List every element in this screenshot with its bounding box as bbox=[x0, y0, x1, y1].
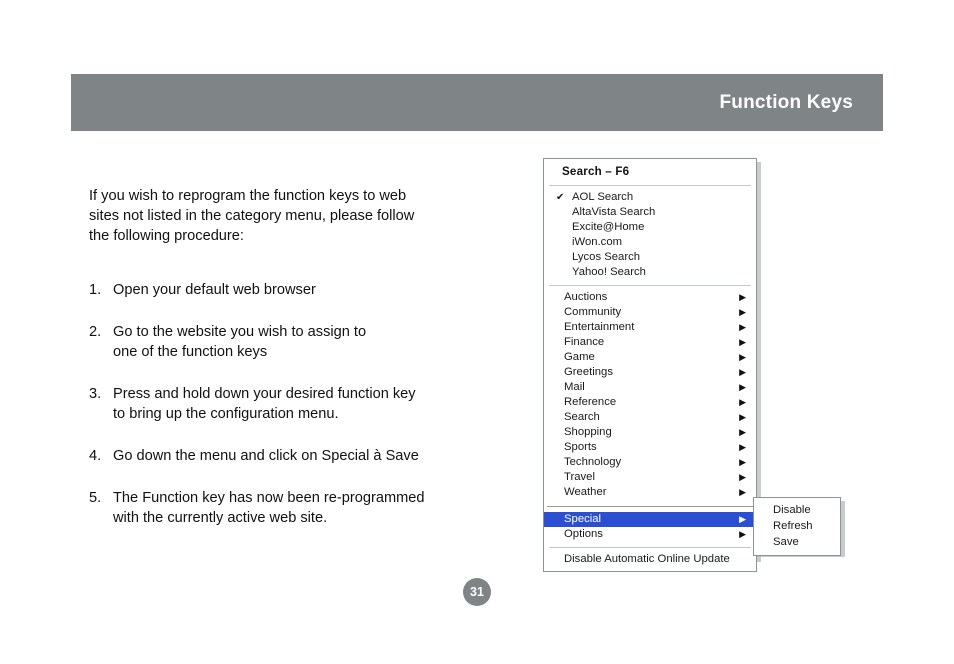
menu-item-altavista-search[interactable]: AltaVista Search bbox=[544, 205, 756, 220]
submenu-item-save[interactable]: Save bbox=[754, 534, 840, 550]
step-number: 5. bbox=[89, 490, 102, 506]
menu-separator bbox=[549, 285, 751, 286]
context-menu: Search – F6 AOL Search AltaVista Search … bbox=[543, 158, 757, 572]
step-number: 2. bbox=[89, 324, 102, 340]
menu-item-label: Auctions bbox=[564, 291, 608, 303]
step-text: Go down the menu and click on Special à … bbox=[113, 448, 419, 464]
submenu-arrow-icon: ▶ bbox=[739, 442, 746, 452]
menu-item-label: Community bbox=[564, 306, 622, 318]
step-item: 4. Go down the menu and click on Special… bbox=[89, 446, 484, 466]
menu-item-disable-automatic-online-update[interactable]: Disable Automatic Online Update bbox=[544, 552, 756, 567]
menu-item-label: Reference bbox=[564, 396, 617, 408]
menu-item-mail[interactable]: Mail ▶ bbox=[544, 380, 756, 395]
menu-separator bbox=[549, 185, 751, 186]
submenu-arrow-icon: ▶ bbox=[739, 529, 746, 539]
menu-separator bbox=[547, 506, 753, 507]
step-item: 5. The Function key has now been re-prog… bbox=[89, 488, 484, 528]
context-menu-title: Search – F6 bbox=[562, 165, 630, 178]
step-text: The Function key has now been re-program… bbox=[113, 490, 425, 526]
step-item: 1. Open your default web browser bbox=[89, 280, 484, 300]
menu-item-iwon-com[interactable]: iWon.com bbox=[544, 235, 756, 250]
step-number: 4. bbox=[89, 448, 102, 464]
footer-group: Disable Automatic Online Update bbox=[544, 549, 756, 571]
menu-item-reference[interactable]: Reference ▶ bbox=[544, 395, 756, 410]
submenu-arrow-icon: ▶ bbox=[739, 337, 746, 347]
submenu-arrow-icon: ▶ bbox=[739, 352, 746, 362]
menu-item-finance[interactable]: Finance ▶ bbox=[544, 335, 756, 350]
menu-item-label: Weather bbox=[564, 486, 607, 498]
page-title: Function Keys bbox=[719, 91, 853, 113]
menu-item-options[interactable]: Options ▶ bbox=[544, 527, 756, 542]
submenu-arrow-icon: ▶ bbox=[739, 322, 746, 332]
submenu-arrow-icon: ▶ bbox=[739, 487, 746, 497]
submenu-item-refresh[interactable]: Refresh bbox=[754, 518, 840, 534]
menu-item-label: Lycos Search bbox=[572, 251, 641, 263]
menu-item-label: Yahoo! Search bbox=[572, 266, 646, 278]
menu-item-label: Travel bbox=[564, 471, 595, 483]
menu-item-label: Excite@Home bbox=[572, 221, 645, 233]
step-number: 3. bbox=[89, 386, 102, 402]
step-number: 1. bbox=[89, 282, 102, 298]
menu-item-label: Shopping bbox=[564, 426, 612, 438]
step-item: 3. Press and hold down your desired func… bbox=[89, 384, 484, 424]
menu-item-weather[interactable]: Weather ▶ bbox=[544, 485, 756, 500]
submenu-arrow-icon: ▶ bbox=[739, 427, 746, 437]
submenu-arrow-icon: ▶ bbox=[739, 457, 746, 467]
menu-item-shopping[interactable]: Shopping ▶ bbox=[544, 425, 756, 440]
menu-separator bbox=[549, 547, 751, 548]
step-text: Go to the website you wish to assign to … bbox=[113, 324, 367, 360]
menu-item-technology[interactable]: Technology ▶ bbox=[544, 455, 756, 470]
step-item: 2. Go to the website you wish to assign … bbox=[89, 322, 484, 362]
submenu-arrow-icon: ▶ bbox=[739, 307, 746, 317]
menu-item-label: Options bbox=[564, 528, 603, 540]
menu-item-excite-home[interactable]: Excite@Home bbox=[544, 220, 756, 235]
menu-item-special[interactable]: Special ▶ bbox=[544, 512, 756, 527]
submenu-item-disable[interactable]: Disable bbox=[754, 502, 840, 518]
special-submenu: Disable Refresh Save bbox=[753, 497, 841, 556]
menu-item-label: Technology bbox=[564, 456, 622, 468]
menu-item-label: Entertainment bbox=[564, 321, 635, 333]
submenu-arrow-icon: ▶ bbox=[739, 514, 746, 524]
intro-paragraph: If you wish to reprogram the function ke… bbox=[89, 188, 415, 244]
menu-item-label: iWon.com bbox=[572, 236, 623, 248]
special-options-group: Special ▶ Options ▶ bbox=[544, 509, 756, 546]
menu-item-label: Search bbox=[564, 411, 600, 423]
search-engine-group: AOL Search AltaVista Search Excite@Home … bbox=[544, 187, 756, 284]
menu-item-lycos-search[interactable]: Lycos Search bbox=[544, 250, 756, 265]
menu-item-community[interactable]: Community ▶ bbox=[544, 305, 756, 320]
menu-item-label: Disable Automatic Online Update bbox=[564, 553, 730, 565]
menu-item-game[interactable]: Game ▶ bbox=[544, 350, 756, 365]
menu-item-label: Sports bbox=[564, 441, 597, 453]
menu-item-travel[interactable]: Travel ▶ bbox=[544, 470, 756, 485]
menu-item-auctions[interactable]: Auctions ▶ bbox=[544, 290, 756, 305]
submenu-arrow-icon: ▶ bbox=[739, 367, 746, 377]
menu-item-label: Special bbox=[564, 513, 602, 525]
menu-item-label: Mail bbox=[564, 381, 585, 393]
step-text: Open your default web browser bbox=[113, 282, 316, 298]
menu-item-label: Finance bbox=[564, 336, 605, 348]
menu-item-aol-search[interactable]: AOL Search bbox=[544, 190, 756, 205]
category-group: Auctions ▶ Community ▶ Entertainment ▶ F… bbox=[544, 287, 756, 504]
submenu-arrow-icon: ▶ bbox=[739, 382, 746, 392]
submenu-arrow-icon: ▶ bbox=[739, 472, 746, 482]
submenu-arrow-icon: ▶ bbox=[739, 292, 746, 302]
instructions-column: If you wish to reprogram the function ke… bbox=[89, 186, 484, 550]
submenu-arrow-icon: ▶ bbox=[739, 412, 746, 422]
menu-item-label: Game bbox=[564, 351, 595, 363]
menu-item-search[interactable]: Search ▶ bbox=[544, 410, 756, 425]
page-header-bar: Function Keys bbox=[71, 74, 883, 131]
menu-item-sports[interactable]: Sports ▶ bbox=[544, 440, 756, 455]
menu-item-entertainment[interactable]: Entertainment ▶ bbox=[544, 320, 756, 335]
menu-item-label: AltaVista Search bbox=[572, 206, 656, 218]
page-number-badge: 31 bbox=[463, 578, 491, 606]
submenu-arrow-icon: ▶ bbox=[739, 397, 746, 407]
menu-item-label: Greetings bbox=[564, 366, 613, 378]
menu-item-greetings[interactable]: Greetings ▶ bbox=[544, 365, 756, 380]
step-text: Press and hold down your desired functio… bbox=[113, 386, 416, 422]
menu-item-yahoo-search[interactable]: Yahoo! Search bbox=[544, 265, 756, 280]
menu-item-label: AOL Search bbox=[572, 191, 634, 203]
